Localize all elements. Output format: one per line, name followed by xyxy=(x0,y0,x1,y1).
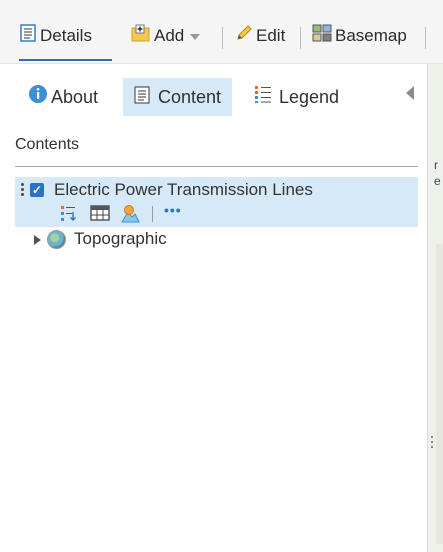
divider xyxy=(15,166,418,167)
details-label: Details xyxy=(40,26,92,45)
tools-divider xyxy=(152,206,153,222)
tab-about-label: About xyxy=(51,87,99,107)
more-options-icon[interactable]: ••• xyxy=(164,202,182,218)
show-table-icon[interactable] xyxy=(90,204,110,227)
basemap-title: Topographic xyxy=(74,229,167,248)
content-icon xyxy=(133,79,151,117)
pencil-icon xyxy=(235,23,253,51)
add-button[interactable]: Add xyxy=(131,22,201,51)
map-view[interactable] xyxy=(428,64,443,552)
basemap-label: Basemap xyxy=(335,26,407,45)
panel-resize-handle[interactable] xyxy=(430,434,434,456)
details-icon xyxy=(19,23,37,51)
contents-heading: Contents xyxy=(15,136,80,153)
expand-icon[interactable] xyxy=(34,235,41,245)
layer-item[interactable]: ✓ Electric Power Transmission Lines ••• xyxy=(15,177,418,227)
add-icon xyxy=(131,23,151,51)
edit-label: Edit xyxy=(256,26,286,45)
details-button[interactable]: Details xyxy=(19,22,112,61)
change-style-icon[interactable] xyxy=(120,204,140,229)
layer-title[interactable]: Electric Power Transmission Lines xyxy=(54,180,313,200)
show-legend-icon[interactable] xyxy=(60,204,78,227)
globe-icon xyxy=(47,230,66,249)
basemap-button[interactable]: Basemap xyxy=(312,22,407,50)
info-icon xyxy=(28,79,48,117)
chevron-down-icon xyxy=(190,33,201,40)
edit-button[interactable]: Edit xyxy=(235,22,285,50)
tab-content-label: Content xyxy=(158,87,222,107)
drag-handle-icon[interactable] xyxy=(21,183,25,198)
layer-visibility-checkbox[interactable]: ✓ xyxy=(30,183,44,197)
collapse-panel-icon[interactable] xyxy=(406,86,414,100)
map-label: e xyxy=(434,174,441,188)
map-road xyxy=(436,244,443,544)
tab-about[interactable]: About xyxy=(28,78,98,116)
legend-icon xyxy=(254,79,272,117)
toolbar-divider xyxy=(222,27,223,49)
tab-legend-label: Legend xyxy=(279,87,340,107)
toolbar-divider xyxy=(425,27,426,49)
map-label: r xyxy=(434,158,438,172)
toolbar-divider xyxy=(300,27,301,49)
tab-content[interactable]: Content xyxy=(123,78,232,116)
top-toolbar: Details Add Edit Basemap xyxy=(0,0,443,64)
tab-legend[interactable]: Legend xyxy=(254,78,339,116)
basemap-gallery-icon xyxy=(312,23,332,51)
add-label: Add xyxy=(154,26,185,45)
